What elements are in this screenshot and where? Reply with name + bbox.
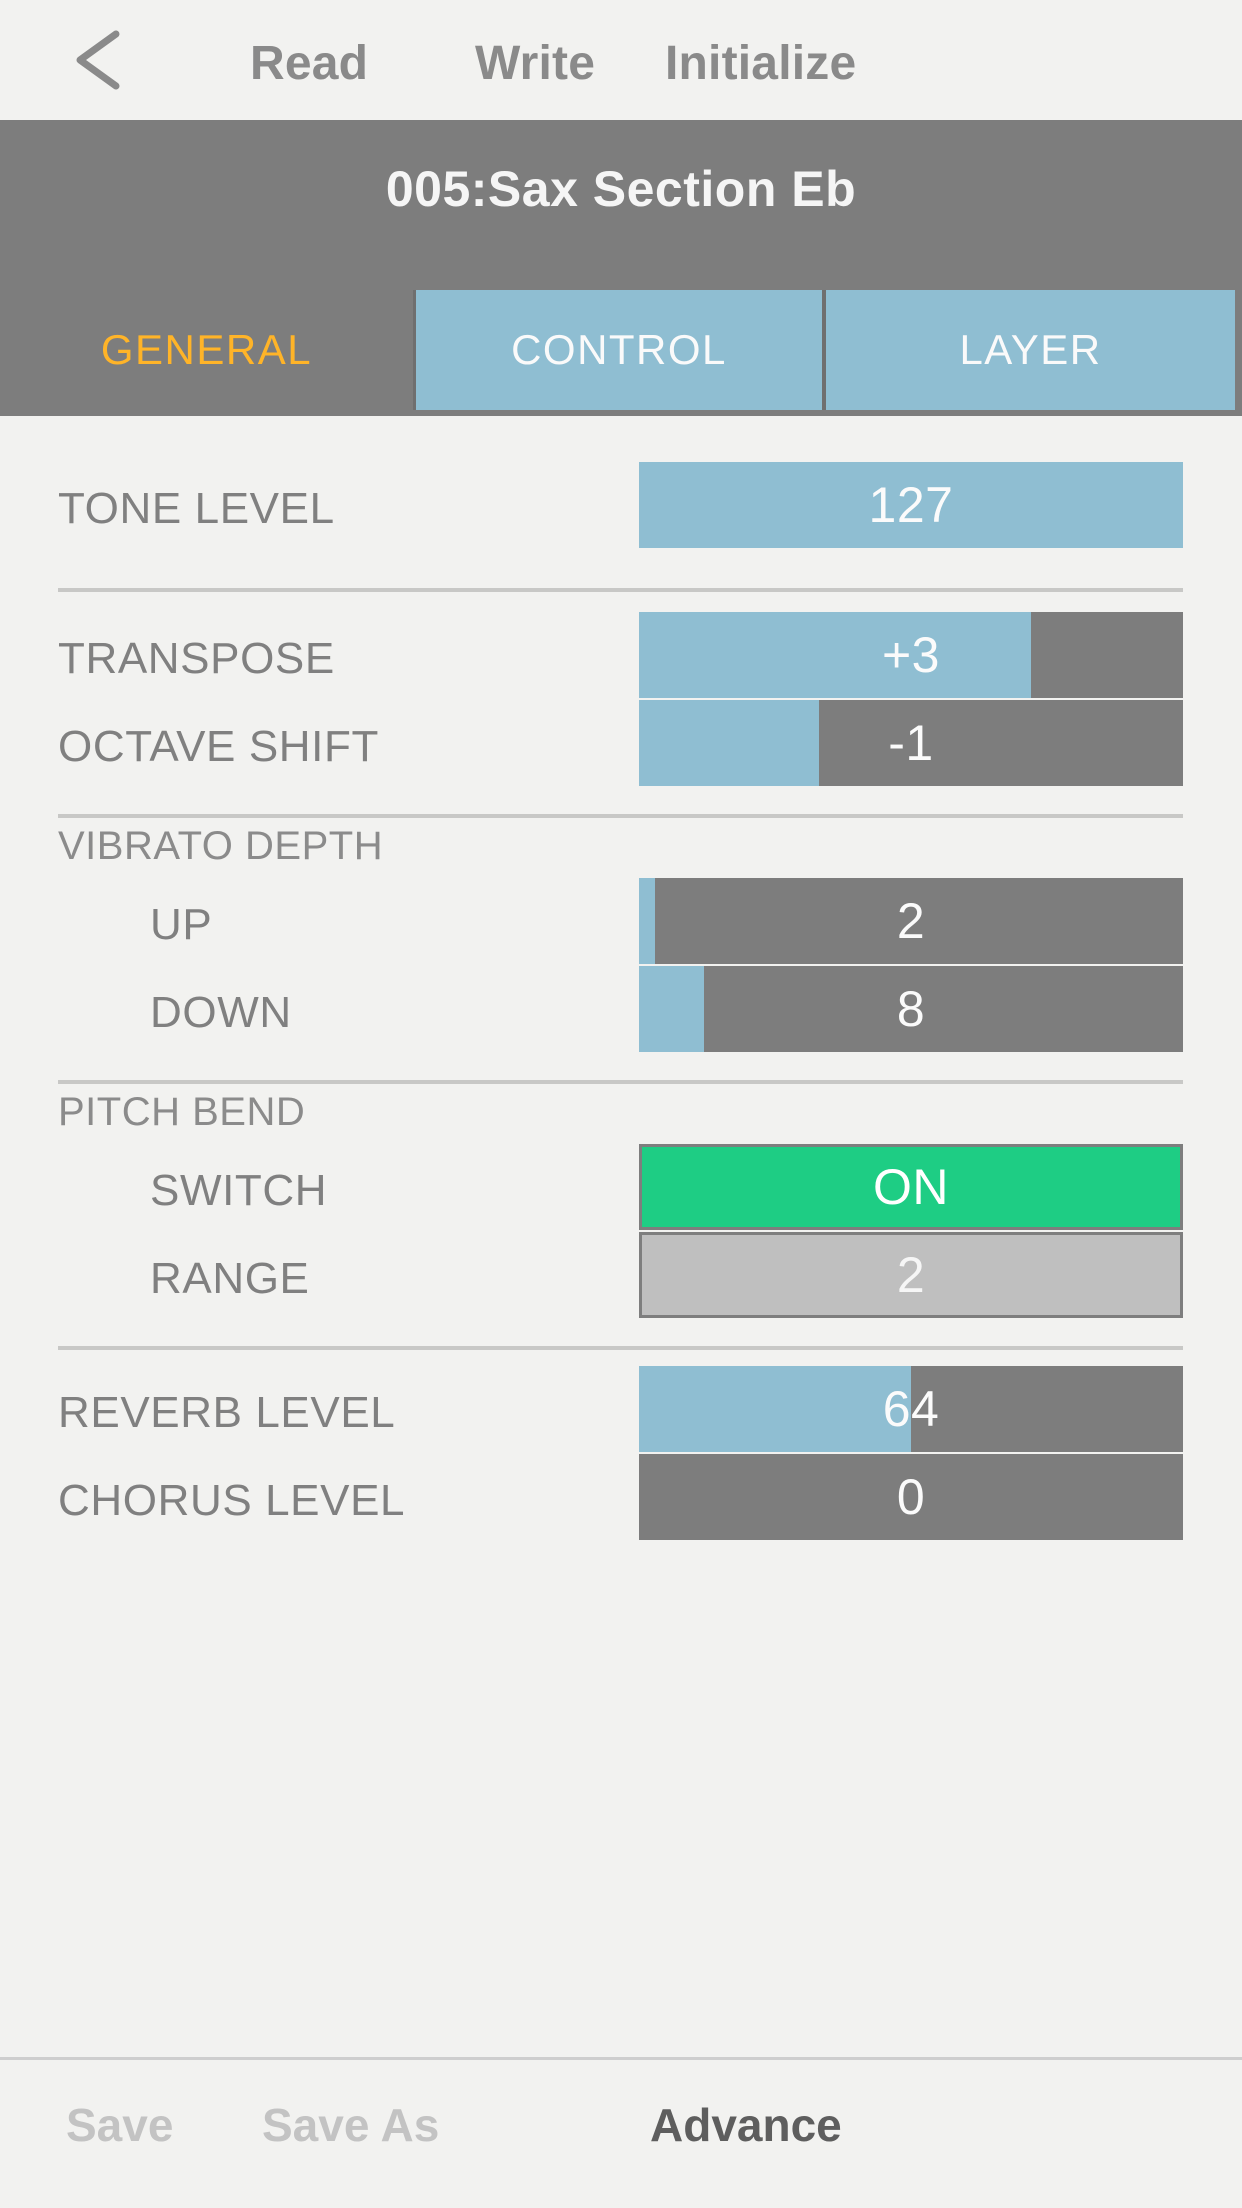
tone-level-slider[interactable]: 127 <box>639 462 1183 548</box>
octave-shift-value: -1 <box>888 715 934 771</box>
pitch-range-label: RANGE <box>150 1254 310 1303</box>
divider <box>58 814 1183 818</box>
read-button[interactable]: Read <box>250 36 368 91</box>
tab-general[interactable]: GENERAL <box>0 290 413 410</box>
transpose-value: +3 <box>881 627 940 683</box>
vibrato-up-label: UP <box>150 900 213 949</box>
vibrato-down-label: DOWN <box>150 988 292 1037</box>
row-transpose: TRANSPOSE +3 <box>0 612 1242 706</box>
row-reverb-level: REVERB LEVEL 64 <box>0 1366 1242 1460</box>
bottom-toolbar: Save Save As Advance <box>0 2057 1242 2208</box>
patch-title-band: 005:Sax Section Eb <box>0 120 1242 290</box>
vibrato-down-slider[interactable]: 8 <box>639 966 1183 1052</box>
chevron-left-icon <box>70 28 132 92</box>
save-button[interactable]: Save <box>66 2098 173 2152</box>
vibrato-up-value: 2 <box>896 893 926 949</box>
pitch-bend-group-label: PITCH BEND <box>58 1090 306 1134</box>
save-as-button[interactable]: Save As <box>262 2098 439 2152</box>
divider <box>58 1080 1183 1084</box>
vibrato-up-slider[interactable]: 2 <box>639 878 1183 964</box>
tab-layer[interactable]: LAYER <box>824 290 1235 410</box>
row-pitch-switch: SWITCH ON <box>0 1144 1242 1238</box>
pitch-range-button[interactable]: 2 <box>639 1232 1183 1318</box>
patch-editor-screen: Read Write Initialize 005:Sax Section Eb… <box>0 0 1242 2208</box>
write-button[interactable]: Write <box>475 36 595 91</box>
vibrato-depth-group-label: VIBRATO DEPTH <box>58 824 384 868</box>
top-navigation-bar: Read Write Initialize <box>0 0 1242 120</box>
vibrato-down-value: 8 <box>896 981 926 1037</box>
pitch-switch-button[interactable]: ON <box>639 1144 1183 1230</box>
advance-button[interactable]: Advance <box>650 2098 842 2152</box>
tone-level-value: 127 <box>868 477 954 533</box>
octave-shift-label: OCTAVE SHIFT <box>58 722 379 771</box>
row-pitch-range: RANGE 2 <box>0 1232 1242 1326</box>
row-octave-shift: OCTAVE SHIFT -1 <box>0 700 1242 794</box>
transpose-slider[interactable]: +3 <box>639 612 1183 698</box>
row-vibrato-up: UP 2 <box>0 878 1242 972</box>
chorus-level-value: 0 <box>896 1469 926 1525</box>
transpose-label: TRANSPOSE <box>58 634 335 683</box>
tab-control[interactable]: CONTROL <box>413 290 824 410</box>
tab-bar: GENERAL CONTROL LAYER <box>0 290 1242 416</box>
reverb-level-slider[interactable]: 64 <box>639 1366 1183 1452</box>
octave-shift-slider[interactable]: -1 <box>639 700 1183 786</box>
divider <box>58 588 1183 592</box>
reverb-level-value: 64 <box>882 1381 940 1437</box>
divider <box>58 1346 1183 1350</box>
page-title: 005:Sax Section Eb <box>385 161 857 217</box>
pitch-switch-label: SWITCH <box>150 1166 328 1215</box>
chorus-level-label: CHORUS LEVEL <box>58 1476 406 1525</box>
initialize-button[interactable]: Initialize <box>665 36 856 91</box>
parameter-list: TONE LEVEL 127 TRANSPOSE +3 OCTAVE SHIFT… <box>0 416 1242 2057</box>
row-tone-level: TONE LEVEL 127 <box>0 462 1242 556</box>
tone-level-label: TONE LEVEL <box>58 484 335 533</box>
chorus-level-slider[interactable]: 0 <box>639 1454 1183 1540</box>
row-chorus-level: CHORUS LEVEL 0 <box>0 1454 1242 1548</box>
reverb-level-label: REVERB LEVEL <box>58 1388 396 1437</box>
back-button[interactable] <box>70 28 132 92</box>
row-vibrato-down: DOWN 8 <box>0 966 1242 1060</box>
